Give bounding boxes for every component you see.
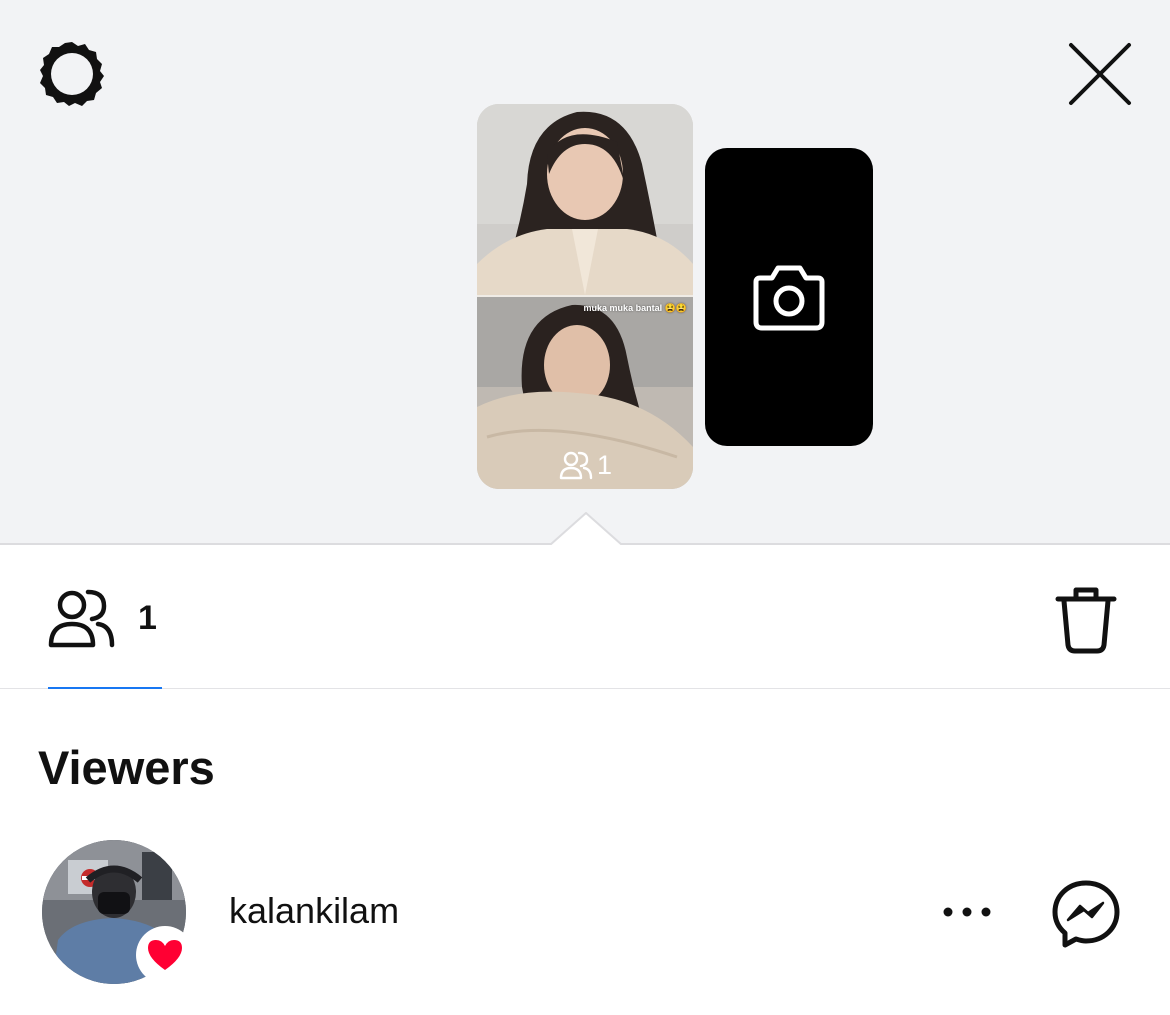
story-caption: muka muka bantal 😫😫: [583, 303, 687, 313]
camera-icon: [753, 265, 825, 331]
messenger-icon: [1052, 880, 1120, 948]
trash-icon: [1055, 587, 1117, 654]
story-stats-bar: 1: [0, 547, 1170, 689]
more-options-button[interactable]: [932, 882, 1002, 942]
people-icon: [559, 451, 593, 480]
close-x-icon: [1069, 43, 1131, 105]
story-photo-top: [477, 104, 693, 295]
more-horizontal-icon: [943, 907, 991, 917]
thumbnail-pointer: [550, 512, 622, 548]
like-reaction-badge: [136, 926, 194, 984]
story-preview-area: muka muka bantal 😫😫 1: [0, 0, 1170, 545]
people-icon: [48, 589, 115, 648]
delete-story-button[interactable]: [1048, 582, 1124, 658]
active-tab-indicator: [48, 687, 162, 689]
send-message-button[interactable]: [1048, 876, 1124, 952]
settings-button[interactable]: [30, 32, 114, 116]
tab-viewers[interactable]: 1: [48, 587, 157, 649]
viewers-count: 1: [138, 598, 157, 637]
viewer-list-item[interactable]: kalankilam: [0, 838, 1170, 986]
story-thumbnail[interactable]: muka muka bantal 😫😫 1: [477, 104, 693, 489]
viewer-username[interactable]: kalankilam: [229, 890, 399, 932]
add-story-button[interactable]: [705, 148, 873, 446]
story-viewers-count: 1: [559, 450, 612, 480]
viewers-heading: Viewers: [38, 741, 215, 794]
heart-icon: [148, 940, 182, 970]
close-button[interactable]: [1058, 32, 1142, 116]
story-viewers-number: 1: [597, 450, 613, 480]
settings-gear-icon: [40, 42, 104, 106]
